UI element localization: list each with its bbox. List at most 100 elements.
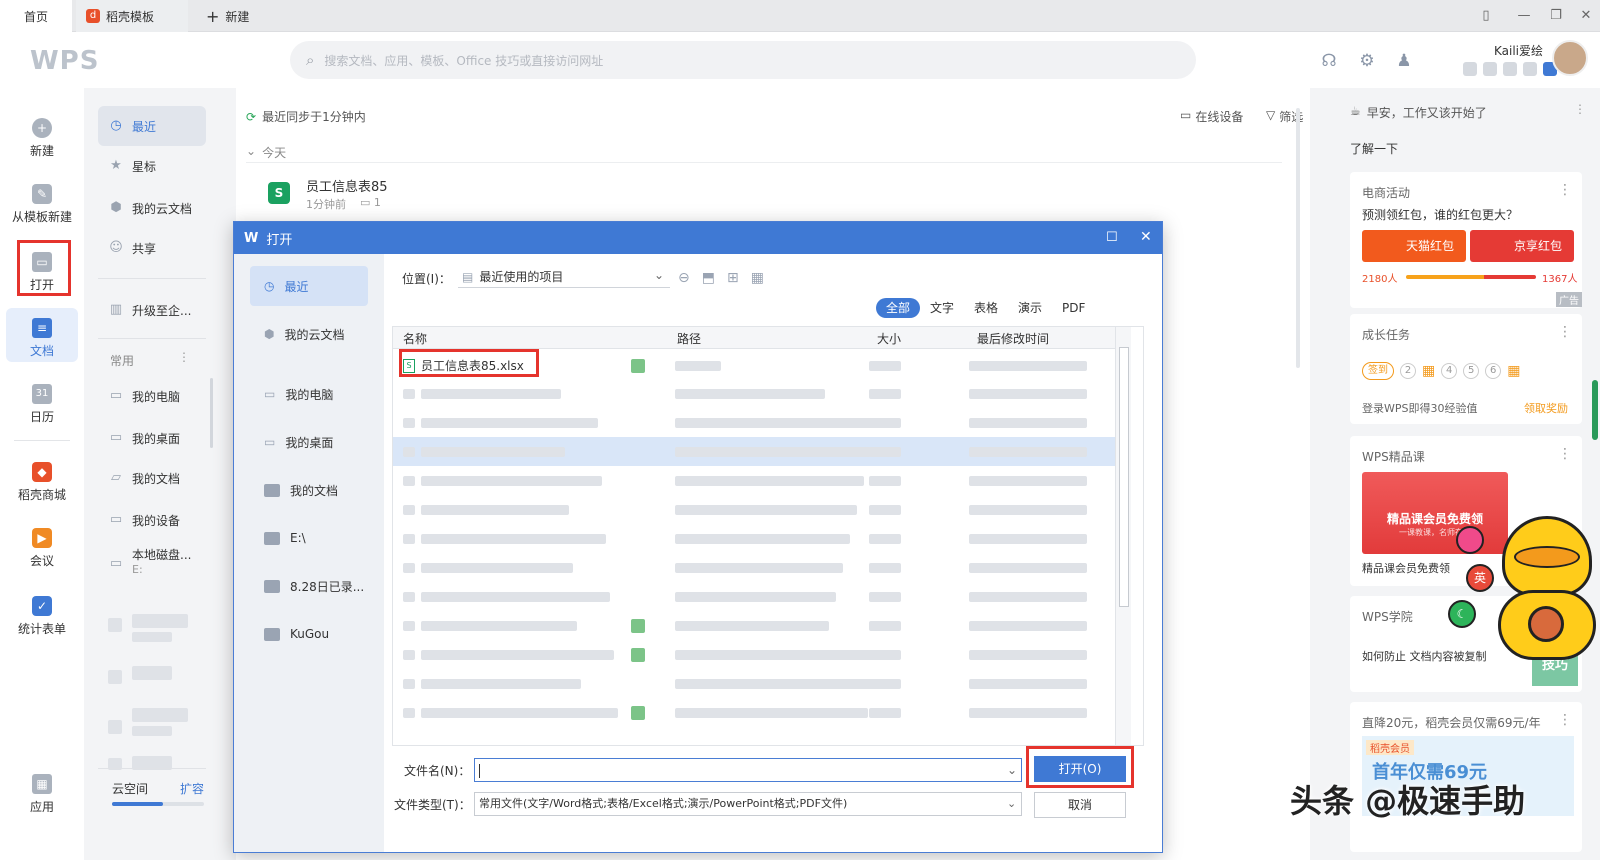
scrollbar-thumb[interactable] bbox=[1119, 347, 1129, 607]
float-english-button[interactable]: 英 bbox=[1466, 564, 1494, 592]
nav-recent[interactable]: ◷ 最近 bbox=[98, 106, 206, 146]
rail-from-template[interactable]: ✎ 从模板新建 bbox=[0, 184, 84, 225]
nav-my-docs[interactable]: ▱ 我的文档 bbox=[98, 458, 206, 498]
tab-template[interactable]: d 稻壳模板 bbox=[76, 0, 188, 32]
float-moon-icon[interactable]: ☾ bbox=[1448, 600, 1476, 628]
checkin-badge[interactable]: 签到 bbox=[1362, 362, 1394, 380]
blurred-row[interactable] bbox=[393, 524, 1115, 553]
dialog-close-icon[interactable]: ✕ bbox=[1140, 229, 1152, 245]
rail-form[interactable]: ✓ 统计表单 bbox=[0, 596, 84, 637]
blurred-row[interactable] bbox=[393, 408, 1115, 437]
blurred-row[interactable] bbox=[393, 437, 1115, 466]
learn-more[interactable]: 了解一下 bbox=[1350, 140, 1398, 157]
rail-apps[interactable]: ▦ 应用 bbox=[0, 774, 84, 815]
blurred-row[interactable] bbox=[393, 379, 1115, 408]
nav-scrollbar[interactable] bbox=[210, 378, 213, 448]
close-icon[interactable]: ✕ bbox=[1578, 8, 1594, 24]
blurred-row[interactable] bbox=[393, 698, 1115, 727]
rail-meeting[interactable]: ▶ 会议 bbox=[0, 528, 84, 569]
expand-link[interactable]: 扩容 bbox=[180, 780, 204, 797]
file-list-scrollbar[interactable] bbox=[1115, 327, 1131, 745]
dlg-side-recent[interactable]: ◷ 最近 bbox=[250, 266, 368, 306]
dlg-side-pc[interactable]: ▭ 我的电脑 bbox=[250, 374, 368, 414]
dlg-side-828[interactable]: 8.28日已录... bbox=[250, 566, 368, 606]
group-today[interactable]: ⌄ 今天 bbox=[246, 144, 286, 161]
avatar[interactable] bbox=[1552, 40, 1588, 76]
settings-icon[interactable]: ⚙ bbox=[1356, 50, 1378, 72]
blurred-row[interactable] bbox=[393, 495, 1115, 524]
rail-new[interactable]: + 新建 bbox=[0, 118, 84, 159]
filter-text[interactable]: 文字 bbox=[930, 298, 954, 318]
back-icon[interactable]: ⊖ bbox=[678, 270, 690, 286]
jd-button[interactable]: 京享红包 bbox=[1470, 230, 1574, 262]
layout-icon[interactable]: ▯ bbox=[1478, 8, 1494, 24]
dlg-side-cloud[interactable]: ⬢ 我的云文档 bbox=[250, 314, 368, 354]
promo-more-icon[interactable]: ⋮ bbox=[1558, 712, 1572, 728]
ecom-more-icon[interactable]: ⋮ bbox=[1558, 182, 1572, 198]
dlg-side-docs[interactable]: 我的文档 bbox=[250, 470, 368, 510]
filename-input[interactable]: ⌄ bbox=[474, 758, 1022, 782]
headset-icon[interactable]: ☊ bbox=[1318, 50, 1340, 72]
blurred-row[interactable] bbox=[393, 553, 1115, 582]
nav-my-desktop[interactable]: ▭ 我的桌面 bbox=[98, 418, 206, 458]
growth-card[interactable]: 成长任务 ⋮ 签到 2 ▦ 4 5 6 ▦ 登录WPS即得30经验值 领取奖励 bbox=[1350, 314, 1582, 424]
dlg-side-kugou[interactable]: KuGou bbox=[250, 614, 368, 654]
dlg-side-desktop[interactable]: ▭ 我的桌面 bbox=[250, 422, 368, 462]
location-select[interactable]: ▤ 最近使用的项目 ⌄ bbox=[458, 266, 670, 288]
course-more-icon[interactable]: ⋮ bbox=[1558, 446, 1572, 462]
nav-cloud[interactable]: ⬢ 我的云文档 bbox=[98, 188, 206, 228]
search-bar[interactable]: ⌕ 搜索文档、应用、模板、Office 技巧或直接访问网址 bbox=[290, 41, 1196, 79]
folder-up-icon[interactable]: ⬒ bbox=[702, 270, 715, 286]
nav-upgrade[interactable]: ▥ 升级至企... bbox=[98, 290, 206, 330]
blurred-row[interactable] bbox=[393, 669, 1115, 698]
col-name[interactable]: 名称 bbox=[403, 330, 427, 347]
course-banner[interactable]: 精品课会员免费领 一课教课，名师在线 bbox=[1362, 472, 1508, 554]
nav-my-devices[interactable]: ▭ 我的设备 bbox=[98, 500, 206, 540]
blurred-row[interactable] bbox=[393, 611, 1115, 640]
nav-starred[interactable]: ★ 星标 bbox=[98, 146, 206, 186]
restore-icon[interactable]: ❐ bbox=[1548, 8, 1564, 24]
skin-icon[interactable]: ♟ bbox=[1393, 50, 1415, 72]
col-size[interactable]: 大小 bbox=[877, 330, 901, 347]
view-mode-icon[interactable]: ▦ bbox=[751, 270, 764, 286]
ecom-card[interactable]: 电商活动 ⋮ 预测领红包，谁的红包更大？ 天猫红包 京享红包 2180人 136… bbox=[1350, 172, 1582, 308]
recent-file-name[interactable]: 员工信息表85 bbox=[306, 176, 388, 195]
duck-mascot[interactable] bbox=[1494, 506, 1600, 666]
more-icon[interactable]: ⋮ bbox=[178, 350, 190, 364]
online-devices-button[interactable]: ▭ 在线设备 bbox=[1180, 108, 1243, 125]
user-name[interactable]: Kaili爱绘 bbox=[1494, 42, 1543, 59]
greeting-more-icon[interactable]: ⋮ bbox=[1574, 102, 1586, 116]
filter-all[interactable]: 全部 bbox=[876, 298, 920, 318]
ad-badge: 广告 bbox=[1556, 292, 1582, 307]
tab-home[interactable]: 首页 bbox=[0, 0, 72, 32]
nav-my-pc[interactable]: ▭ 我的电脑 bbox=[98, 376, 206, 416]
cancel-button[interactable]: 取消 bbox=[1034, 792, 1126, 818]
col-path[interactable]: 路径 bbox=[677, 330, 701, 347]
filter-presentation[interactable]: 演示 bbox=[1018, 298, 1042, 318]
blurred-row[interactable] bbox=[393, 640, 1115, 669]
tab-new[interactable]: + 新建 bbox=[200, 0, 249, 32]
rail-store[interactable]: ◆ 稻壳商城 bbox=[0, 462, 84, 503]
maximize-icon[interactable]: ☐ bbox=[1106, 230, 1118, 245]
nav-local-disk[interactable]: ▭ 本地磁盘... E: bbox=[98, 540, 206, 590]
filter-pdf[interactable]: PDF bbox=[1062, 298, 1085, 318]
recent-file-time: 1分钟前 bbox=[306, 198, 346, 211]
rail-docs[interactable]: ≡ 文档 bbox=[0, 318, 84, 359]
right-scrollbar[interactable] bbox=[1592, 380, 1598, 440]
blurred-row[interactable] bbox=[393, 466, 1115, 495]
dlg-side-e[interactable]: E:\ bbox=[250, 518, 368, 558]
nav-shared[interactable]: ☺ 共享 bbox=[98, 228, 206, 268]
filter-sheet[interactable]: 表格 bbox=[974, 298, 998, 318]
blurred-row[interactable] bbox=[393, 582, 1115, 611]
filetype-select[interactable]: 常用文件(文字/Word格式;表格/Excel格式;演示/PowerPoint格… bbox=[474, 792, 1022, 816]
folder-icon bbox=[264, 483, 280, 497]
float-pink-icon[interactable] bbox=[1456, 526, 1484, 554]
claim-reward-link[interactable]: 领取奖励 bbox=[1524, 400, 1568, 416]
new-folder-icon[interactable]: ⊞ bbox=[727, 270, 739, 286]
growth-more-icon[interactable]: ⋮ bbox=[1558, 324, 1572, 340]
main-scrollbar[interactable] bbox=[1296, 108, 1300, 368]
col-modified[interactable]: 最后修改时间 bbox=[977, 330, 1049, 347]
tmall-button[interactable]: 天猫红包 bbox=[1362, 230, 1466, 262]
rail-calendar[interactable]: 31 日历 bbox=[0, 384, 84, 425]
minimize-icon[interactable]: — bbox=[1516, 8, 1532, 24]
